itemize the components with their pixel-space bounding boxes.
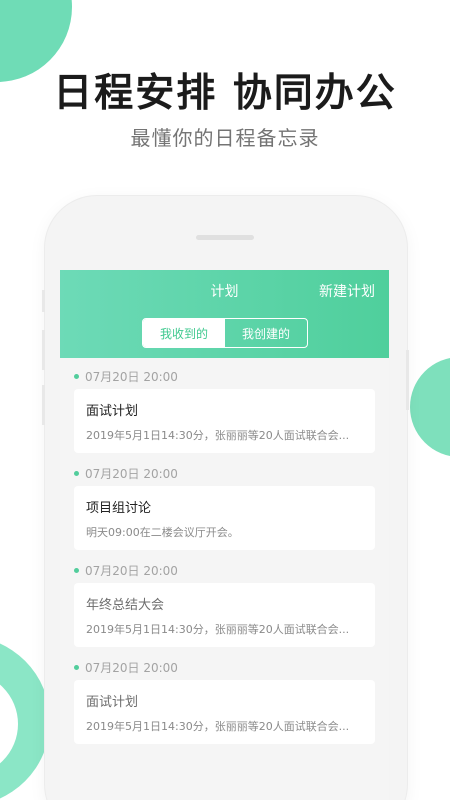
plan-card[interactable]: 面试计划 2019年5月1日14:30分，张丽丽等20人面试联合会... — [74, 389, 375, 453]
new-plan-button[interactable]: 新建计划 — [319, 281, 375, 301]
plan-description: 2019年5月1日14:30分，张丽丽等20人面试联合会... — [86, 623, 350, 636]
plan-title: 项目组讨论 — [86, 501, 152, 516]
phone-screen: 计划 新建计划 我收到的 我创建的 07月20日 20:00 面试计划 2019… — [60, 270, 389, 800]
promo-screen: 日程安排 协同办公 最懂你的日程备忘录 计划 新建计划 我收到的 我创建的 07… — [0, 0, 450, 800]
phone-side-button — [406, 350, 409, 410]
plan-time-row: 07月20日 20:00 — [74, 562, 178, 579]
plan-description: 2019年5月1日14:30分，张丽丽等20人面试联合会... — [86, 429, 350, 442]
plan-group: 07月20日 20:00 面试计划 2019年5月1日14:30分，张丽丽等20… — [60, 657, 389, 754]
phone-side-button — [42, 330, 45, 370]
plan-time: 07月20日 20:00 — [85, 370, 178, 384]
promo-subline: 最懂你的日程备忘录 — [130, 126, 320, 150]
plan-time: 07月20日 20:00 — [85, 661, 178, 675]
timeline-dot-icon — [74, 665, 79, 670]
plan-group: 07月20日 20:00 项目组讨论 明天09:00在二楼会议厅开会。 — [60, 463, 389, 560]
promo-headline: 日程安排 协同办公 — [53, 71, 397, 116]
tab-created[interactable]: 我创建的 — [225, 319, 307, 347]
tab-received[interactable]: 我收到的 — [143, 319, 225, 347]
plan-list: 07月20日 20:00 面试计划 2019年5月1日14:30分，张丽丽等20… — [60, 366, 389, 754]
plan-description: 明天09:00在二楼会议厅开会。 — [86, 526, 239, 539]
plan-title: 面试计划 — [86, 695, 139, 710]
plan-time: 07月20日 20:00 — [85, 564, 178, 578]
phone-side-button — [42, 385, 45, 425]
tab-switcher: 我收到的 我创建的 — [142, 318, 308, 348]
phone-side-button — [42, 290, 45, 312]
plan-title: 年终总结大会 — [86, 598, 165, 613]
plan-card[interactable]: 年终总结大会 2019年5月1日14:30分，张丽丽等20人面试联合会... — [74, 583, 375, 647]
plan-group: 07月20日 20:00 年终总结大会 2019年5月1日14:30分，张丽丽等… — [60, 560, 389, 657]
app-header: 计划 新建计划 我收到的 我创建的 — [60, 270, 389, 358]
timeline-dot-icon — [74, 471, 79, 476]
plan-time-row: 07月20日 20:00 — [74, 368, 178, 385]
plan-card[interactable]: 面试计划 2019年5月1日14:30分，张丽丽等20人面试联合会... — [74, 680, 375, 744]
plan-description: 2019年5月1日14:30分，张丽丽等20人面试联合会... — [86, 720, 350, 733]
timeline-dot-icon — [74, 568, 79, 573]
timeline-dot-icon — [74, 374, 79, 379]
plan-time: 07月20日 20:00 — [85, 467, 178, 481]
plan-time-row: 07月20日 20:00 — [74, 659, 178, 676]
plan-group: 07月20日 20:00 面试计划 2019年5月1日14:30分，张丽丽等20… — [60, 366, 389, 463]
phone-speaker — [196, 235, 254, 240]
plan-card[interactable]: 项目组讨论 明天09:00在二楼会议厅开会。 — [74, 486, 375, 550]
plan-title: 面试计划 — [86, 404, 139, 419]
decor-circle-right — [410, 357, 450, 457]
plan-time-row: 07月20日 20:00 — [74, 465, 178, 482]
